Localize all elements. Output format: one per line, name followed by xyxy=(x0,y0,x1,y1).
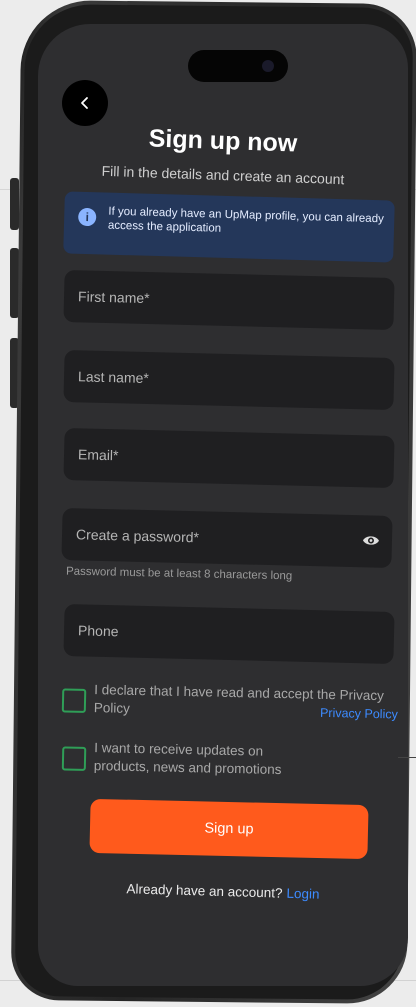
signup-button[interactable]: Sign up xyxy=(89,798,369,860)
email-field xyxy=(63,427,395,489)
email-input[interactable] xyxy=(77,428,355,488)
page-subtitle: Fill in the details and create an accoun… xyxy=(101,162,345,188)
password-field xyxy=(61,507,393,569)
last-name-input[interactable] xyxy=(77,350,355,410)
signup-screen: Sign up now Fill in the details and crea… xyxy=(38,24,408,986)
privacy-checkbox[interactable] xyxy=(61,688,87,713)
password-input[interactable] xyxy=(75,508,353,568)
first-name-input[interactable] xyxy=(77,270,355,330)
chevron-left-icon xyxy=(81,97,88,109)
info-banner-text: If you already have an UpMap profile, yo… xyxy=(107,205,384,235)
annotation-line xyxy=(398,757,416,758)
privacy-consent-row: I declare that I have read and accept th… xyxy=(61,680,403,727)
action-button xyxy=(10,178,19,230)
dynamic-island xyxy=(188,50,288,82)
last-name-field xyxy=(63,349,395,411)
login-footer: Already have an account? Login xyxy=(38,879,408,904)
back-button[interactable] xyxy=(62,80,108,126)
updates-checkbox[interactable] xyxy=(61,746,87,771)
eye-icon[interactable] xyxy=(362,533,380,547)
updates-consent-row: I want to receive updates on products, n… xyxy=(61,738,403,785)
first-name-field xyxy=(63,269,395,331)
page-title: Sign up now xyxy=(148,124,298,158)
privacy-policy-link[interactable]: Privacy Policy xyxy=(320,706,398,722)
password-hint: Password must be at least 8 characters l… xyxy=(65,565,293,583)
updates-consent-text: I want to receive updates on products, n… xyxy=(93,740,282,778)
phone-field xyxy=(63,603,395,665)
info-banner: i If you already have an UpMap profile, … xyxy=(63,191,395,263)
phone-input[interactable] xyxy=(77,604,355,664)
camera-icon xyxy=(262,60,274,72)
login-prompt: Already have an account? xyxy=(126,881,283,901)
info-icon: i xyxy=(77,207,97,227)
login-link[interactable]: Login xyxy=(286,886,319,902)
